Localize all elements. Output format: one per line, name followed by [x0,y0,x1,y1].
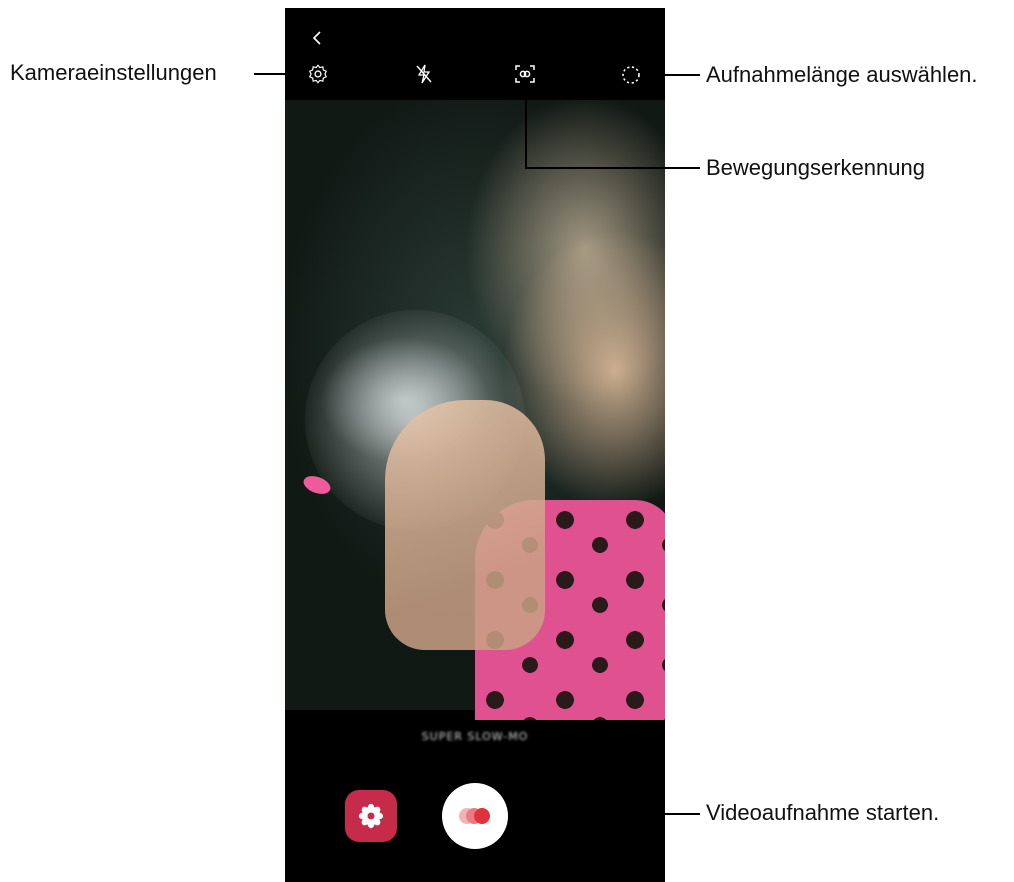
record-button[interactable] [442,783,508,849]
back-icon [312,31,321,45]
flash-button[interactable] [406,56,442,92]
back-button[interactable] [305,26,329,50]
callout-motion-line [525,167,700,169]
duration-icon [622,66,640,84]
callout-record-label: Videoaufnahme starten. [706,800,940,825]
callout-duration-label: Aufnahmelänge auswählen. [706,62,978,87]
motion-detection-button[interactable] [507,56,543,92]
gallery-icon [358,803,384,829]
camera-toolbar [285,48,665,100]
callout-motion-vline [525,94,527,168]
settings-icon [308,64,328,84]
duration-button[interactable] [613,56,649,92]
camera-viewfinder[interactable] [285,100,665,720]
flash-off-icon [416,64,432,84]
mode-label: SUPER SLOW-MO [421,730,529,743]
callout-duration-line [647,74,700,76]
settings-button[interactable] [300,56,336,92]
callout-record-line [508,813,700,815]
gallery-button[interactable] [345,790,397,842]
callout-motion-label: Bewegungserkennung [706,155,925,180]
callout-settings-label: Kameraeinstellungen [10,60,217,85]
record-icon [459,808,490,824]
motion-detection-icon [515,65,535,83]
callout-settings-line [254,73,304,75]
camera-screen: SUPER SLOW-MO [285,8,665,882]
child-arms [385,400,545,650]
status-bar [285,8,665,38]
